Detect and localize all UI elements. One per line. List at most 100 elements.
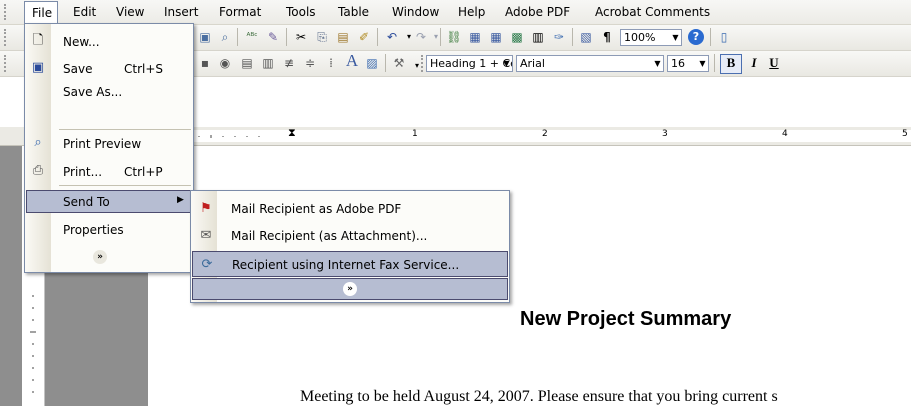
document-heading[interactable]: New Project Summary	[520, 308, 731, 331]
paste-icon[interactable]: ▤	[335, 29, 351, 45]
cut-icon[interactable]: ✂	[293, 29, 309, 45]
file-menu-new[interactable]: 🗋 New...	[26, 30, 192, 53]
drawing-icon[interactable]: ✑	[551, 29, 567, 45]
ruler-label-5: 5	[902, 129, 908, 139]
send-to-internet-fax[interactable]: ⟳ Recipient using Internet Fax Service..…	[192, 251, 508, 277]
indent-marker-icon[interactable]: ⧗	[288, 126, 296, 140]
file-menu-save-as-label: Save As...	[63, 85, 123, 99]
chevron-down-icon[interactable]: ▼	[501, 56, 512, 71]
redo-dropdown-icon[interactable]: ▾	[428, 29, 444, 45]
radio-field-icon[interactable]: ◉	[217, 55, 233, 71]
menu-bar: File Edit View Insert Format Tools Table…	[0, 0, 911, 25]
bold-button[interactable]: B	[720, 54, 742, 74]
menu-help[interactable]: Help	[458, 5, 485, 19]
file-menu-save-shortcut: Ctrl+S	[124, 62, 164, 76]
research-icon[interactable]: ✎	[265, 29, 281, 45]
zoom-value: 100%	[624, 31, 656, 44]
font-size-combo[interactable]: 16 ▼	[667, 55, 709, 72]
file-menu-print-preview[interactable]: ⌕ Print Preview	[26, 132, 192, 155]
listbox-icon[interactable]: ▤	[239, 55, 255, 71]
undo-icon[interactable]: ↶	[384, 29, 400, 45]
picture-icon[interactable]: ▨	[364, 55, 380, 71]
printer-icon: ⎙	[32, 163, 44, 178]
redo-icon[interactable]: ↷	[413, 29, 429, 45]
menu-file-label: File	[32, 6, 53, 20]
style-combo[interactable]: Heading 1 + Ce ▼	[426, 55, 513, 72]
expand-menu-icon[interactable]: »	[93, 250, 107, 264]
zoom-combo[interactable]: 100% ▼	[620, 29, 682, 46]
expand-menu-icon[interactable]: »	[343, 282, 357, 296]
insert-table-icon[interactable]: ▦	[488, 29, 504, 45]
print-preview-icon[interactable]: ⌕	[217, 29, 233, 45]
file-menu-save-label: Save	[63, 62, 93, 76]
menu-acrobat-comments[interactable]: Acrobat Comments	[595, 5, 710, 19]
file-menu-send-to[interactable]: Send To ▶	[26, 190, 192, 213]
file-menu-print[interactable]: ⎙ Print... Ctrl+P	[26, 160, 192, 183]
ruler-label-2: 2	[542, 129, 548, 139]
mail-attachment-icon: ✉	[200, 228, 212, 243]
menu-adobe-pdf[interactable]: Adobe PDF	[505, 5, 570, 19]
font-combo[interactable]: Arial ▼	[516, 55, 664, 72]
tables-borders-icon[interactable]: ▦	[467, 29, 483, 45]
send-to-submenu: ⚑ Mail Recipient as Adobe PDF ✉ Mail Rec…	[190, 190, 510, 303]
file-menu-print-preview-label: Print Preview	[63, 137, 142, 151]
columns-icon[interactable]: ▥	[530, 29, 546, 45]
send-to-mail-pdf[interactable]: ⚑ Mail Recipient as Adobe PDF	[192, 196, 508, 222]
file-menu: 🗋 New... ▣ Save Ctrl+S Save As... ⌕ Prin…	[24, 23, 194, 273]
show-hide-icon[interactable]: ¶	[599, 29, 615, 45]
file-menu-new-label: New...	[63, 35, 100, 49]
file-menu-properties[interactable]: Properties	[26, 218, 192, 241]
copy-icon[interactable]: ⎘	[314, 29, 330, 45]
file-menu-save-as[interactable]: Save As...	[26, 80, 192, 103]
document-map-icon[interactable]: ▧	[578, 29, 594, 45]
help-icon[interactable]: ?	[688, 29, 704, 45]
menu-separator	[59, 129, 191, 130]
spacing-icon[interactable]: ⁞	[323, 55, 339, 71]
hyperlink-icon[interactable]: ⛓	[446, 29, 462, 45]
file-menu-print-label: Print...	[63, 165, 103, 179]
file-menu-save[interactable]: ▣ Save Ctrl+S	[26, 57, 192, 80]
menubar-grip[interactable]	[4, 4, 9, 20]
print-preview-icon: ⌕	[34, 135, 42, 150]
chevron-down-icon[interactable]: ▼	[697, 56, 708, 71]
spelling-icon[interactable]: ᴬᴮᶜ	[244, 29, 260, 45]
frame-icon[interactable]: ▥	[260, 55, 276, 71]
menu-tools[interactable]: Tools	[286, 5, 316, 19]
checkbox-field-icon[interactable]: ▪	[197, 55, 213, 71]
design-mode-icon[interactable]: ⚒	[391, 55, 407, 71]
ruler-ticks	[151, 135, 260, 138]
internet-fax-icon: ⟳	[201, 257, 213, 272]
file-menu-send-to-label: Send To	[63, 195, 110, 209]
insert-excel-icon[interactable]: ▩	[509, 29, 525, 45]
file-menu-print-shortcut: Ctrl+P	[124, 165, 163, 179]
menu-format[interactable]: Format	[219, 5, 261, 19]
align-icon[interactable]: ≢	[281, 55, 297, 71]
text-style-icon[interactable]: A	[344, 52, 360, 69]
italic-button[interactable]: I	[746, 55, 762, 71]
ruler-label-4: 4	[782, 129, 788, 139]
permission-icon[interactable]: ▣	[197, 29, 213, 45]
send-to-mail-attachment[interactable]: ✉ Mail Recipient (as Attachment)...	[192, 223, 508, 249]
document-body-line[interactable]: Meeting to be held August 24, 2007. Plea…	[300, 388, 778, 406]
menu-insert[interactable]: Insert	[164, 5, 198, 19]
file-menu-properties-label: Properties	[63, 223, 124, 237]
menu-view[interactable]: View	[116, 5, 144, 19]
submenu-arrow-icon: ▶	[177, 195, 184, 205]
underline-button[interactable]: U	[766, 55, 782, 71]
menu-window[interactable]: Window	[392, 5, 439, 19]
toolbar-grip[interactable]	[4, 55, 9, 72]
save-icon: ▣	[31, 60, 45, 75]
font-value: Arial	[520, 57, 545, 70]
menu-file[interactable]: File	[24, 1, 58, 23]
toolbar-grip[interactable]	[4, 29, 9, 46]
chevron-down-icon[interactable]: ▼	[652, 56, 663, 71]
format-painter-icon[interactable]: ✐	[356, 29, 372, 45]
menu-edit[interactable]: Edit	[73, 5, 96, 19]
ruler-scale: 1 2 3 4 5 ⧗	[150, 126, 911, 142]
chevron-down-icon[interactable]: ▼	[670, 30, 681, 45]
font-size-value: 16	[671, 57, 685, 70]
read-icon[interactable]: ▯	[716, 29, 732, 45]
distribute-icon[interactable]: ≑	[302, 55, 318, 71]
submenu-expand-bar[interactable]: »	[192, 278, 508, 300]
menu-table[interactable]: Table	[338, 5, 369, 19]
